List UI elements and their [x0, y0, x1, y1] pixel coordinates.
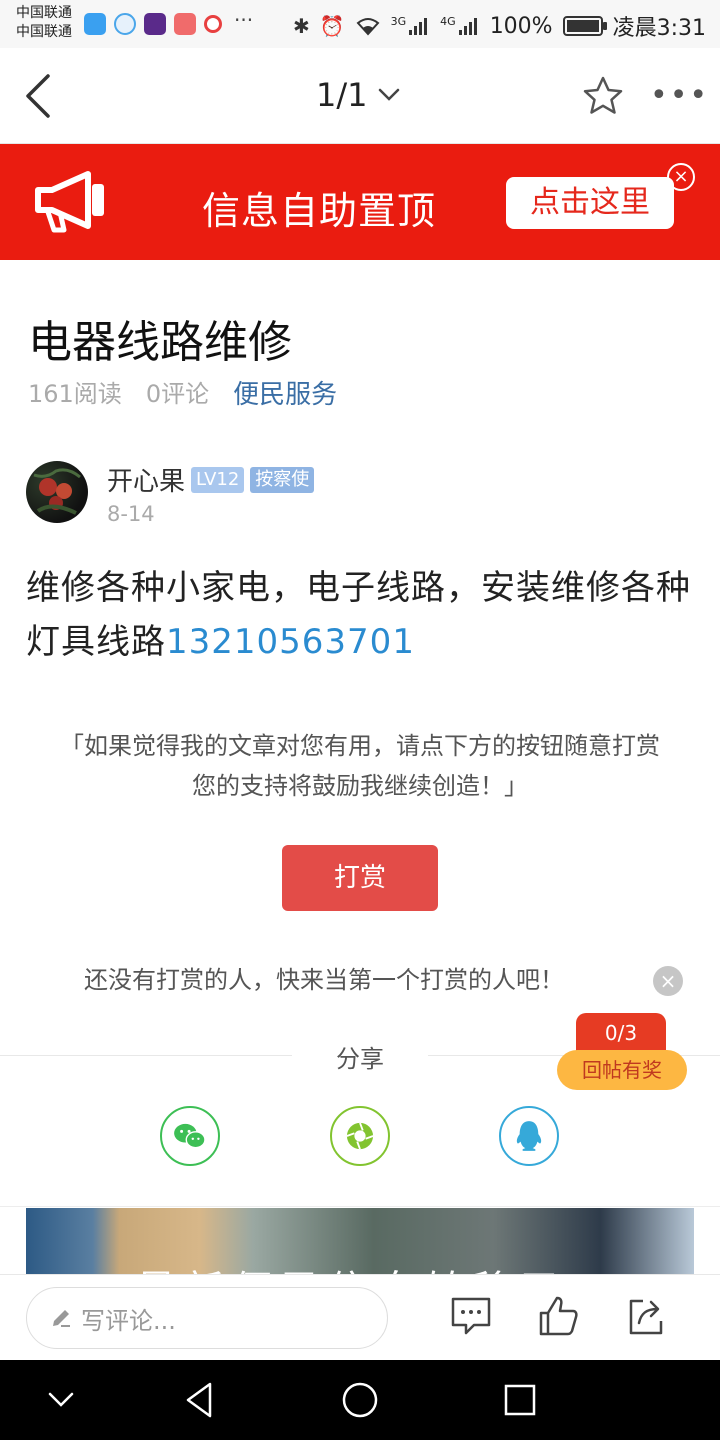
wechat-share-icon[interactable]	[160, 1106, 220, 1166]
reply-reward-progress[interactable]: 0/3	[576, 1013, 666, 1053]
alarm-icon: ⏰	[319, 14, 345, 38]
phone-link[interactable]: 13210563701	[166, 622, 415, 662]
banner-click-button[interactable]: 点击这里	[506, 177, 674, 229]
video-app-icon	[144, 13, 166, 35]
share-divider-left	[0, 1055, 292, 1056]
carrier-2: 中国联通	[16, 24, 72, 40]
article-meta: 161阅读 0评论 便民服务	[28, 374, 337, 411]
share-label: 分享	[336, 1045, 384, 1073]
ad-image[interactable]: 最新便民信息转移了！	[26, 1208, 694, 1274]
qq-share-icon[interactable]	[499, 1106, 559, 1166]
book-app-icon	[174, 13, 196, 35]
pencil-icon	[53, 1310, 70, 1327]
signal-icon-2	[458, 18, 477, 35]
wifi-icon	[356, 18, 380, 36]
category-link[interactable]: 便民服务	[233, 374, 337, 411]
author-row: 开心果 LV12 按察使	[107, 461, 315, 498]
system-nav-bar	[0, 1360, 720, 1440]
comment-input[interactable]: 写评论...	[26, 1287, 388, 1349]
network-4g-label: 4G	[440, 14, 456, 28]
weibo-app-icon	[204, 15, 222, 33]
back-icon[interactable]	[18, 70, 68, 122]
nav-home-circle-icon[interactable]	[340, 1380, 380, 1420]
network-3g-label: 3G	[390, 14, 407, 28]
no-reward-text: 还没有打赏的人，快来当第一个打赏的人吧！	[84, 966, 564, 994]
banner-close-icon[interactable]: ×	[667, 163, 695, 191]
nav-back-triangle-icon[interactable]	[182, 1380, 218, 1420]
clock: 凌晨3:31	[612, 16, 706, 41]
megaphone-icon	[35, 171, 104, 233]
top-nav-bar: 1/1 •••	[0, 48, 720, 144]
page-indicator: 1/1	[316, 76, 368, 114]
reward-button[interactable]: 打赏	[282, 845, 438, 911]
promo-banner[interactable]: 信息自助置顶 点击这里	[0, 144, 720, 260]
reward-prompt-line-1: 「如果觉得我的文章对您有用，请点下方的按钮随意打赏	[60, 732, 660, 760]
more-options-icon[interactable]: •••	[650, 78, 709, 113]
author-avatar[interactable]	[26, 461, 88, 523]
comment-count: 0评论	[145, 380, 210, 408]
battery-icon	[562, 16, 607, 36]
thumbs-up-icon[interactable]	[535, 1293, 581, 1339]
post-date: 8-14	[107, 502, 155, 526]
avatar-image	[33, 468, 81, 515]
bluetooth-icon: ✱	[292, 14, 310, 38]
moments-share-icon[interactable]	[330, 1106, 390, 1166]
share-icon[interactable]	[623, 1293, 669, 1339]
carrier-labels: 中国联通 中国联通	[16, 4, 72, 42]
notification-icons	[84, 13, 222, 35]
page-selector[interactable]: 1/1	[316, 76, 400, 114]
battery-percent: 100%	[489, 13, 553, 39]
carrier-1: 中国联通	[16, 5, 72, 21]
author-name[interactable]: 开心果	[107, 461, 185, 498]
role-badge: 按察使	[250, 466, 315, 493]
nav-recents-square-icon[interactable]	[502, 1380, 538, 1420]
favorite-star-icon[interactable]	[580, 74, 626, 118]
shield-app-icon	[84, 13, 106, 35]
article-title: 电器线路维修	[28, 317, 292, 368]
read-count: 161阅读	[28, 380, 122, 408]
floating-close-icon[interactable]: ×	[653, 966, 683, 996]
article-body: 维修各种小家电，电子线路，安装维修各种灯具线路13210563701	[26, 561, 698, 669]
reward-prompt: 「如果觉得我的文章对您有用，请点下方的按钮随意打赏 您的支持将鼓励我继续创造！」	[0, 726, 720, 806]
more-notifications-icon: ···	[234, 8, 254, 32]
comment-placeholder: 写评论...	[81, 1306, 176, 1335]
signal-icon-1	[409, 18, 428, 35]
level-badge: LV12	[191, 466, 245, 493]
banner-text: 信息自助置顶	[202, 189, 437, 233]
comment-icon[interactable]	[448, 1293, 494, 1339]
ad-text: 最新便民信息转移了！	[136, 1258, 616, 1274]
section-divider	[0, 1206, 720, 1207]
hide-keyboard-chevron-icon[interactable]	[44, 1380, 78, 1420]
comment-bar: 写评论...	[0, 1274, 720, 1360]
reward-prompt-line-2: 您的支持将鼓励我继续创造！」	[192, 772, 528, 800]
chevron-down-icon	[378, 88, 399, 101]
reply-reward-button[interactable]: 回帖有奖	[557, 1050, 687, 1090]
status-right: ✱ ⏰ 3G 4G 100% 凌晨3:31	[293, 10, 706, 42]
status-bar: 中国联通 中国联通 ··· ✱ ⏰ 3G 4G 100% 凌晨3:31	[0, 0, 720, 48]
browser-app-icon	[114, 13, 136, 35]
